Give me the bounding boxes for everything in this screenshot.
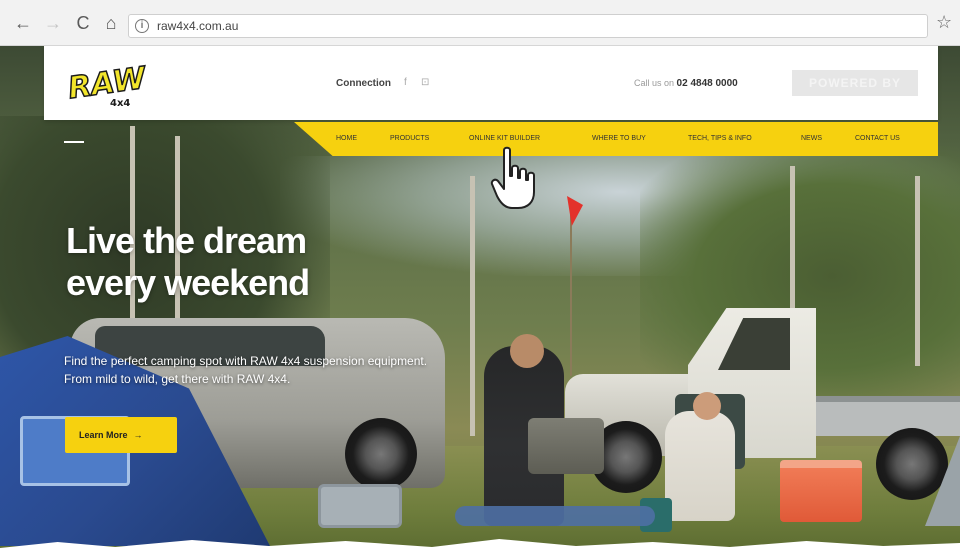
arrow-right-icon: →	[133, 430, 143, 440]
back-icon[interactable]: ←	[12, 12, 34, 34]
instagram-icon[interactable]: ⊡	[421, 77, 429, 88]
url-text[interactable]: raw4x4.com.au	[157, 19, 238, 33]
tree-trunk	[470, 176, 475, 436]
learn-more-button[interactable]: Learn More →	[65, 417, 177, 453]
seated-person-head	[693, 392, 721, 420]
forward-icon[interactable]: →	[42, 12, 64, 34]
bookmark-star-icon[interactable]: ☆	[936, 12, 952, 33]
nav-contact-us[interactable]: CONTACT US	[855, 135, 900, 142]
ute-wheel	[876, 428, 948, 500]
powered-by-badge: POWERED BY	[792, 70, 918, 96]
nav-tech-tips-info[interactable]: TECH, TIPS & INFO	[688, 135, 752, 142]
nav-online-kit-builder[interactable]: ONLINE KIT BUILDER	[469, 135, 540, 142]
svg-text:RAW: RAW	[66, 60, 150, 106]
suv-wheel	[345, 418, 417, 490]
info-icon[interactable]: i	[135, 19, 149, 33]
blue-mat	[455, 506, 655, 526]
menu-line	[64, 141, 84, 143]
red-cooler	[780, 460, 862, 522]
hero-description: Find the perfect camping spot with RAW 4…	[64, 354, 428, 386]
hero-title-line-2: every weekend	[66, 262, 310, 303]
phone-contact[interactable]: Call us on 02 4848 0000	[634, 78, 738, 89]
hero-title-line-1: Live the dream	[66, 220, 307, 261]
site-header: RAW 4x4 Connection f ⊡ Call us on 02 484…	[44, 46, 938, 120]
address-bar[interactable]: i raw4x4.com.au	[128, 14, 928, 38]
facebook-icon[interactable]: f	[404, 77, 407, 88]
hero-title: Live the dream every weekend	[66, 220, 426, 304]
connection-label: Connection	[336, 78, 391, 89]
browser-toolbar: ← → C ⌂ i raw4x4.com.au ☆	[0, 0, 960, 46]
nav-where-to-buy[interactable]: WHERE TO BUY	[592, 135, 646, 142]
raw-4x4-logo[interactable]: RAW 4x4	[66, 58, 162, 108]
home-icon[interactable]: ⌂	[100, 12, 122, 34]
flag-pole	[570, 206, 572, 376]
ute-tray	[816, 396, 960, 436]
learn-more-label: Learn More	[79, 430, 128, 440]
portable-bbq	[528, 418, 604, 474]
tree-trunk	[915, 176, 920, 366]
standing-person-head	[510, 334, 544, 368]
website-viewport: RAW 4x4 Connection f ⊡ Call us on 02 484…	[0, 46, 960, 556]
seated-person	[665, 411, 735, 521]
storage-crate	[318, 484, 402, 528]
phone-label: Call us on	[634, 78, 675, 88]
hand-pointer-cursor	[490, 146, 535, 209]
nav-home[interactable]: HOME	[336, 135, 357, 142]
phone-number[interactable]: 02 4848 0000	[677, 78, 738, 89]
reload-icon[interactable]: C	[72, 12, 94, 34]
nav-news[interactable]: NEWS	[801, 135, 822, 142]
nav-products[interactable]: PRODUCTS	[390, 135, 429, 142]
svg-text:4x4: 4x4	[110, 98, 130, 108]
main-nav: HOME PRODUCTS ONLINE KIT BUILDER WHERE T…	[294, 122, 938, 156]
